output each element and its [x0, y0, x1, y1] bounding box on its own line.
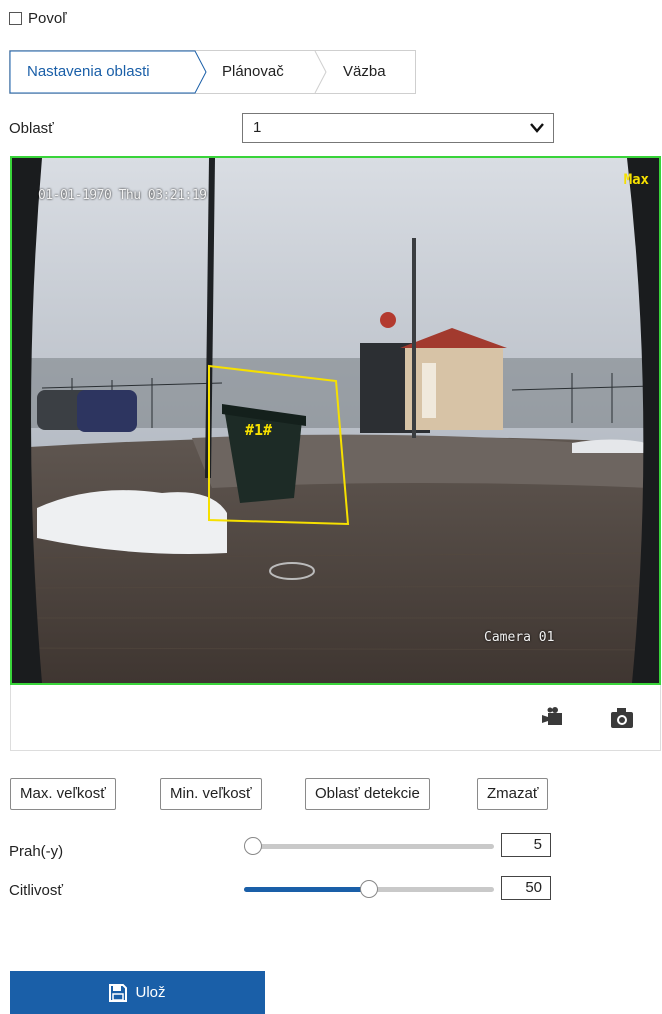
tab-bar: Nastavenia oblasti Plánovač Väzba: [9, 50, 416, 94]
tab-linkage[interactable]: Väzba: [343, 50, 386, 94]
enable-row: Povoľ: [9, 10, 67, 27]
detection-area-button[interactable]: Oblasť detekcie: [305, 778, 430, 810]
osd-datetime: 01-01-1970 Thu 03:21:19: [38, 188, 207, 203]
record-icon[interactable]: [540, 705, 566, 731]
max-size-button[interactable]: Max. veľkosť: [10, 778, 116, 810]
threshold-slider[interactable]: [244, 837, 494, 857]
sensitivity-slider[interactable]: [244, 880, 494, 900]
osd-camera-name: Camera 01: [484, 630, 555, 645]
threshold-label: Prah(-y): [9, 843, 64, 860]
camera-image: [12, 158, 659, 683]
sensitivity-thumb[interactable]: [360, 880, 378, 898]
area-select[interactable]: 1: [242, 113, 554, 143]
min-size-button[interactable]: Min. veľkosť: [160, 778, 262, 810]
sensitivity-fill: [244, 887, 369, 892]
enable-checkbox[interactable]: [9, 12, 22, 25]
sensitivity-label: Citlivosť: [9, 882, 63, 899]
sensitivity-value[interactable]: 50: [501, 876, 551, 900]
osd-level: Max: [623, 172, 649, 188]
save-label: Ulož: [135, 984, 166, 1001]
tab-scheduler[interactable]: Plánovač: [222, 50, 284, 94]
threshold-value[interactable]: 5: [501, 833, 551, 857]
threshold-thumb[interactable]: [244, 837, 262, 855]
chevron-down-icon: [530, 123, 544, 133]
region-label: #1#: [245, 421, 273, 439]
area-select-value: 1: [253, 119, 262, 136]
clear-button[interactable]: Zmazať: [477, 778, 549, 810]
save-button[interactable]: Ulož: [10, 971, 265, 1014]
area-label: Oblasť: [9, 120, 54, 137]
snapshot-icon[interactable]: [609, 705, 635, 731]
tab-area-settings[interactable]: Nastavenia oblasti: [27, 50, 150, 94]
threshold-track: [244, 844, 494, 849]
video-preview[interactable]: 01-01-1970 Thu 03:21:19 Max #1# Camera 0…: [10, 156, 661, 685]
enable-label: Povoľ: [28, 10, 67, 27]
video-toolbar: [10, 685, 661, 751]
floppy-disk-icon: [109, 983, 128, 1002]
